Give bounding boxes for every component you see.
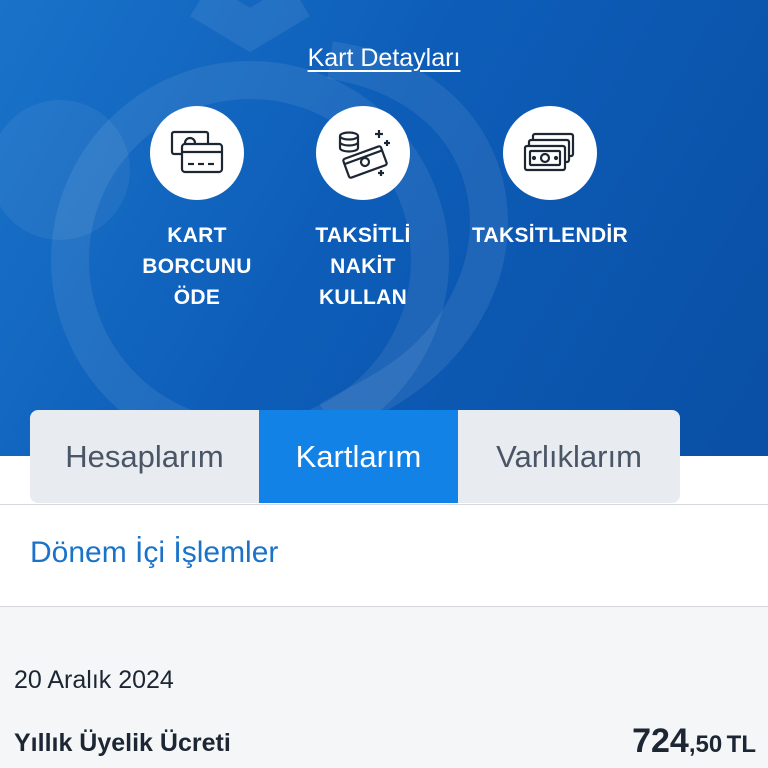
amount-integer: 724 [632, 722, 689, 760]
action-label: KART BORCUNU ÖDE [142, 224, 252, 309]
action-circle [150, 106, 244, 200]
section-title[interactable]: Dönem İçi İşlemler [30, 536, 278, 570]
tab-assets[interactable]: Varlıklarım [458, 410, 680, 503]
action-label: TAKSİTLİ NAKİT KULLAN [315, 224, 411, 309]
divider [0, 504, 768, 505]
installment-cash-button[interactable]: TAKSİTLİ NAKİT KULLAN [283, 106, 443, 313]
tab-cards[interactable]: Kartlarım [259, 410, 458, 503]
cash-coins-icon [338, 130, 390, 179]
action-circle [503, 106, 597, 200]
transaction-description[interactable]: Yıllık Üyelik Ücreti [14, 729, 231, 758]
hero-banner: Kart Detayları KART BORCUNU ÖDE TAKSİTLİ… [0, 0, 768, 456]
tab-accounts[interactable]: Hesaplarım [30, 410, 259, 503]
transaction-date: 20 Aralık 2024 [14, 666, 174, 694]
banknotes-icon [523, 132, 575, 172]
transaction-amount: 724,50 TL [632, 722, 756, 761]
action-circle [316, 106, 410, 200]
amount-decimal: ,50 [688, 731, 723, 758]
pay-card-debt-button[interactable]: KART BORCUNU ÖDE [117, 106, 277, 313]
amount-currency: TL [726, 731, 756, 758]
action-label: TAKSİTLENDİR [471, 224, 629, 247]
card-details-link[interactable]: Kart Detayları [0, 44, 768, 73]
tab-bar: Hesaplarım Kartlarım Varlıklarım [30, 410, 680, 503]
installment-button[interactable]: TAKSİTLENDİR [470, 106, 630, 251]
card-payment-icon [170, 130, 224, 174]
